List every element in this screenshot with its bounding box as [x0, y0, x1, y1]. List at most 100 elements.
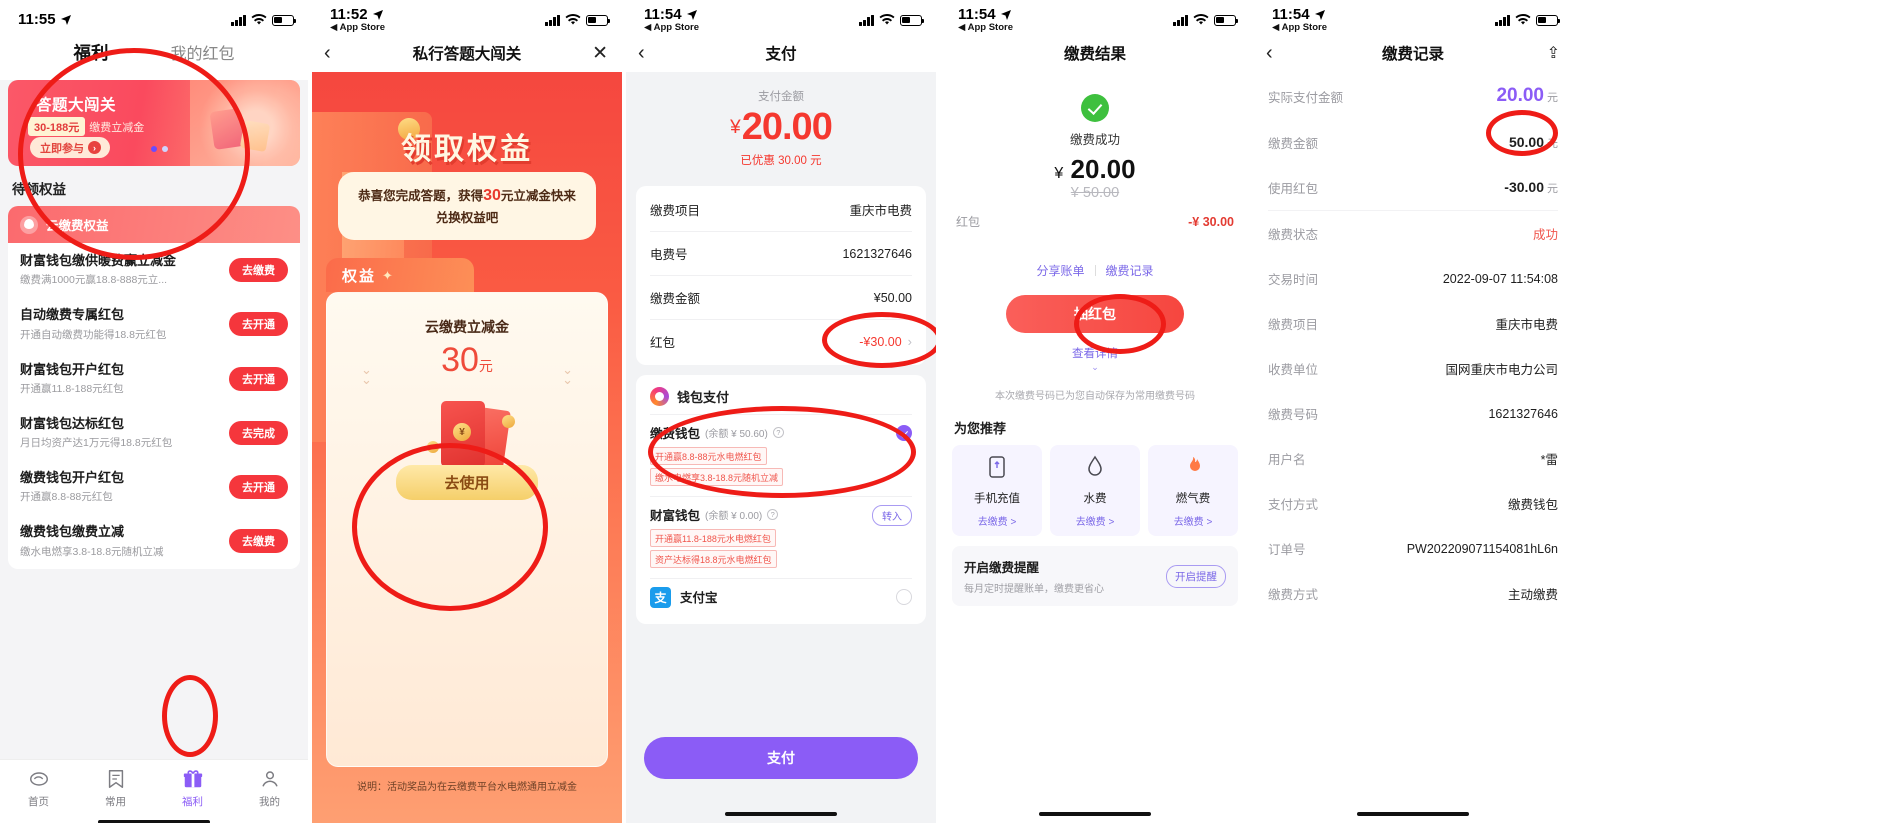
- recommend-item-water[interactable]: 水费 去缴费 >: [1050, 445, 1140, 536]
- record-unit: 元: [1547, 92, 1558, 104]
- record-value: 缴费钱包: [1507, 498, 1558, 512]
- tabbar-item-mine[interactable]: 我的: [231, 768, 308, 809]
- detail-value: 1621327646: [842, 246, 912, 261]
- tabbar-item-common[interactable]: 常用: [77, 768, 154, 809]
- record-value-wrap: 2022-09-07 11:54:08: [1443, 272, 1558, 286]
- back-to-appstore-3[interactable]: ◀ App Store: [644, 23, 699, 33]
- back-to-appstore-5[interactable]: ◀ App Store: [1272, 23, 1327, 33]
- close-icon[interactable]: ✕: [592, 44, 608, 63]
- method-radio[interactable]: [896, 589, 912, 605]
- recommend-action-water[interactable]: 去缴费 >: [1050, 513, 1140, 528]
- section-title: 待领权益: [12, 182, 66, 197]
- status-time-3: 11:54: [644, 5, 682, 23]
- record-key: 缴费金额: [1268, 137, 1319, 151]
- promo-banner[interactable]: 答题大闯关 30-188元 缴费立减金 立即参与 ›: [8, 80, 300, 166]
- recommend-action-mobile[interactable]: 去缴费 >: [952, 513, 1042, 528]
- detail-value-wrap: 重庆市电费: [849, 200, 912, 219]
- record-value: 主动缴费: [1507, 588, 1558, 602]
- payment-method-row[interactable]: 缴费钱包 (余额 ¥ 50.60)? 开通赢8.8-88元水电燃红包 缴水电燃享3.8…: [636, 415, 926, 496]
- status-time-5: 11:54: [1272, 5, 1310, 23]
- share-icon[interactable]: ⇪: [1547, 43, 1560, 63]
- wifi-icon: [1193, 14, 1209, 25]
- tabbar-item-home[interactable]: 首页: [0, 768, 77, 809]
- record-unit: 元: [1547, 183, 1558, 195]
- tab-welfare[interactable]: 福利: [73, 40, 108, 65]
- status-right-5: [1495, 14, 1561, 26]
- back-to-appstore-4[interactable]: ◀ App Store: [958, 23, 1013, 33]
- help-icon[interactable]: ?: [772, 427, 784, 438]
- recommend-action-gas[interactable]: 去缴费 >: [1148, 513, 1238, 528]
- record-row: 交易时间 2022-09-07 11:54:08: [1254, 256, 1572, 301]
- record-key: 收费单位: [1268, 363, 1319, 377]
- recommend-item-mobile[interactable]: 手机充值 去缴费 >: [952, 445, 1042, 536]
- detail-key: 缴费金额: [650, 292, 701, 306]
- back-button[interactable]: ‹: [1266, 43, 1273, 63]
- payment-method-row[interactable]: 支支付宝: [636, 579, 926, 618]
- phone-icon: [989, 456, 1005, 478]
- alipay-icon: 支: [650, 587, 671, 608]
- signal-icon: [1173, 14, 1188, 26]
- payment-method-row[interactable]: 财富钱包 (余额 ¥ 0.00)? 开通赢11.8-188元水电燃红包 资产达标得18…: [636, 497, 926, 578]
- benefit-row[interactable]: 财富钱包缴供暖费赢立减金 缴费满1000元赢18.8-888元立... 去缴费: [8, 243, 300, 297]
- benefit-row[interactable]: 财富钱包达标红包 月日均资产达1万元得18.8元红包 去完成: [8, 406, 300, 460]
- help-icon[interactable]: ?: [767, 509, 779, 520]
- result-body: 缴费成功 ¥ 20.00 ¥ 50.00 红包 -¥ 30.00 分享账单 缴费…: [940, 72, 1250, 823]
- link-divider: [1094, 265, 1096, 276]
- transfer-in-button[interactable]: 转入: [872, 505, 912, 526]
- banner-dots[interactable]: [151, 146, 168, 152]
- benefit-action-button[interactable]: 去缴费: [229, 529, 288, 554]
- result-links: 分享账单 缴费记录: [940, 262, 1250, 279]
- use-coupon-button[interactable]: 去使用: [396, 465, 538, 500]
- benefit-title: 财富钱包达标红包: [20, 415, 125, 431]
- benefit-action-button[interactable]: 去开通: [229, 475, 288, 500]
- benefit-sub: 开通赢11.8-188元红包: [20, 382, 124, 395]
- benefit-action-button[interactable]: 去开通: [229, 312, 288, 337]
- record-key: 订单号: [1268, 543, 1306, 557]
- recommend-grid: 手机充值 去缴费 > 水费 去缴费 > 燃气费 去缴费 >: [940, 445, 1250, 536]
- payment-amount-box: 支付金额 ¥20.00 已优惠 30.00 元: [626, 72, 936, 186]
- recommend-item-gas[interactable]: 燃气费 去缴费 >: [1148, 445, 1238, 536]
- signal-icon: [545, 14, 560, 26]
- pay-button[interactable]: 支付: [644, 737, 918, 779]
- benefit-action-button[interactable]: 去开通: [229, 366, 288, 391]
- payment-detail-row: 电费号 1621327646: [636, 232, 926, 275]
- benefit-row[interactable]: 财富钱包开户红包 开通赢11.8-188元红包 去开通: [8, 352, 300, 406]
- draw-redpacket-button[interactable]: 抽红包: [1006, 295, 1184, 333]
- home-icon: [29, 772, 48, 786]
- coupon-card-wrap: 权益 ✦ ⌄ ⌄ ⌄ ⌄ 云缴费立减金 30元 ¥ 去使用: [326, 258, 608, 767]
- record-value: 20.00: [1496, 85, 1544, 106]
- benefit-action-button[interactable]: 去缴费: [229, 258, 288, 283]
- method-radio[interactable]: [896, 425, 912, 441]
- benefit-row[interactable]: 缴费钱包缴费立减 缴水电燃享3.8-18.8元随机立减 去缴费: [8, 514, 300, 568]
- share-bill-link[interactable]: 分享账单: [1036, 262, 1084, 279]
- tabbar-item-welfare[interactable]: 福利: [154, 768, 231, 809]
- back-button[interactable]: ‹: [638, 43, 645, 63]
- record-value-wrap: PW202209071154081hL6n: [1407, 542, 1558, 556]
- enable-reminder-button[interactable]: 开启提醒: [1166, 564, 1226, 588]
- view-detail-link[interactable]: 查看详情 ⌄: [940, 345, 1250, 373]
- record-value-wrap: -30.00 元: [1504, 179, 1558, 196]
- payment-detail-row[interactable]: 红包 -¥30.00 ›: [636, 320, 926, 363]
- benefit-action-button[interactable]: 去完成: [229, 420, 288, 445]
- flame-icon: [1190, 457, 1200, 471]
- payment-methods-header: 钱包支付: [636, 385, 926, 414]
- tab-my-redpacket[interactable]: 我的红包: [170, 40, 234, 65]
- benefit-text: 财富钱包达标红包 月日均资产达1万元得18.8元红包: [20, 416, 212, 450]
- status-time-2: 11:52: [330, 5, 368, 23]
- method-info: 支付宝: [680, 587, 896, 606]
- status-bar-4: 11:54 ◀ App Store: [940, 0, 1250, 34]
- coupon-amount-unit: 元: [478, 358, 493, 374]
- benefit-row[interactable]: 缴费钱包开户红包 开通赢8.8-88元红包 去开通: [8, 460, 300, 514]
- status-right-4: [1173, 14, 1239, 26]
- banner-join-button[interactable]: 立即参与 ›: [30, 137, 110, 158]
- record-row: 订单号 PW202209071154081hL6n: [1254, 526, 1572, 571]
- benefit-row[interactable]: 自动缴费专属红包 开通自动缴费功能得18.8元红包 去开通: [8, 297, 300, 351]
- banner-title: 答题大闯关: [36, 97, 117, 114]
- navbar-2: ‹ 私行答题大闯关 ✕: [312, 34, 622, 72]
- location-icon: [1000, 9, 1011, 20]
- method-tags: 开通赢8.8-88元水电燃红包 缴水电燃享3.8-18.8元随机立减: [650, 447, 896, 486]
- back-to-appstore[interactable]: ◀ App Store: [330, 23, 385, 33]
- detail-value: -¥30.00: [859, 334, 902, 349]
- back-button[interactable]: ‹: [324, 43, 331, 63]
- payment-record-link[interactable]: 缴费记录: [1106, 262, 1154, 279]
